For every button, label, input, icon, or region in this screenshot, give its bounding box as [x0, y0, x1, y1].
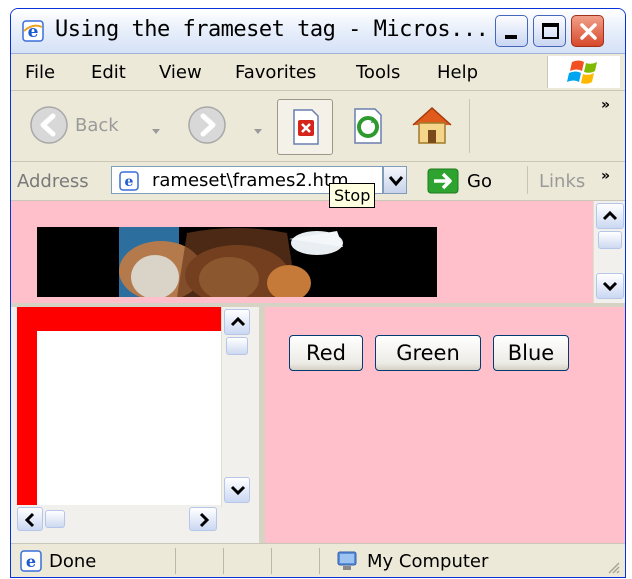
security-zone-label: My Computer — [367, 551, 489, 572]
menu-tools[interactable]: Tools — [356, 62, 400, 83]
back-arrow-icon[interactable] — [29, 105, 69, 149]
scroll-up-button[interactable] — [596, 203, 624, 229]
left-scroll-thumb[interactable] — [226, 337, 248, 355]
toolbar-chevron-icon[interactable]: » — [601, 97, 610, 113]
menu-bar: File Edit View Favorites Tools Help — [11, 54, 625, 91]
menu-favorites[interactable]: Favorites — [235, 62, 316, 83]
toolbar-separator — [469, 99, 470, 153]
status-separator — [223, 548, 224, 574]
hscroll-thumb[interactable] — [45, 510, 65, 528]
left-frame-vscrollbar[interactable] — [221, 307, 252, 507]
scroll-down-button[interactable] — [596, 273, 624, 299]
address-dropdown-button[interactable] — [383, 166, 407, 194]
status-separator — [319, 548, 320, 574]
go-button-label[interactable]: Go — [467, 171, 492, 192]
status-text: Done — [49, 551, 97, 572]
left-frame — [11, 307, 259, 543]
svg-text:e: e — [125, 174, 134, 190]
back-button-label[interactable]: Back — [75, 115, 119, 136]
blue-button[interactable]: Blue — [493, 335, 569, 371]
go-arrow-icon[interactable] — [427, 168, 459, 198]
computer-icon — [335, 549, 359, 577]
scroll-thumb[interactable] — [598, 231, 622, 249]
refresh-icon[interactable] — [347, 105, 387, 151]
status-bar: e Done My Computer — [11, 543, 625, 577]
green-button[interactable]: Green — [375, 335, 481, 371]
stop-button[interactable] — [277, 99, 333, 155]
right-frame: Red Green Blue — [265, 307, 625, 543]
address-label: Address — [17, 171, 89, 192]
links-label[interactable]: Links — [539, 171, 585, 192]
scroll-right-button[interactable] — [189, 507, 217, 531]
address-value: rameset\frames2.htm — [152, 170, 349, 191]
windows-logo — [547, 56, 620, 88]
menu-edit[interactable]: Edit — [91, 62, 126, 83]
left-frame-white-area — [37, 331, 221, 505]
top-frame — [11, 201, 625, 307]
title-bar[interactable]: e Using the frameset tag - Micros... — [11, 9, 625, 54]
home-icon[interactable] — [409, 103, 455, 151]
menu-file[interactable]: File — [25, 62, 55, 83]
left-frame-hscrollbar[interactable] — [17, 507, 221, 533]
menu-help[interactable]: Help — [437, 62, 478, 83]
red-button[interactable]: Red — [289, 335, 363, 371]
chevron-down-icon — [230, 485, 246, 496]
chevron-right-icon — [199, 512, 210, 528]
minimize-button[interactable] — [495, 15, 528, 47]
banner-image — [37, 227, 437, 297]
forward-dropdown-icon[interactable] — [253, 121, 263, 140]
chevron-down-icon — [602, 281, 618, 292]
standard-toolbar: Back » — [11, 91, 625, 162]
status-separator — [175, 548, 176, 574]
page-done-icon: e — [19, 549, 43, 577]
chevron-down-icon — [388, 176, 404, 187]
top-frame-scrollbar[interactable] — [593, 201, 625, 303]
address-separator — [527, 166, 528, 194]
back-dropdown-icon[interactable] — [151, 121, 161, 140]
browser-window: e Using the frameset tag - Micros... Fil… — [10, 8, 626, 578]
left-scroll-up-button[interactable] — [224, 309, 250, 335]
forward-arrow-icon[interactable] — [187, 105, 227, 149]
links-chevron-icon[interactable]: » — [601, 168, 610, 184]
ie-icon: e — [21, 19, 45, 43]
maximize-button[interactable] — [533, 15, 566, 47]
stop-icon — [293, 109, 319, 145]
page-icon: e — [118, 170, 140, 196]
close-button[interactable] — [571, 15, 604, 47]
stop-tooltip: Stop — [329, 183, 376, 208]
menu-view[interactable]: View — [159, 62, 202, 83]
window-title: Using the frameset tag - Micros... — [55, 17, 489, 42]
resize-grip-icon[interactable] — [607, 560, 621, 577]
status-separator — [271, 548, 272, 574]
svg-text:e: e — [26, 552, 36, 571]
scroll-left-button[interactable] — [17, 507, 43, 531]
chevron-up-icon — [602, 210, 618, 221]
chevron-left-icon — [24, 512, 35, 528]
left-scroll-down-button[interactable] — [224, 477, 250, 503]
chevron-up-icon — [230, 316, 246, 327]
address-bar: Address e rameset\frames2.htm Go Links » — [11, 162, 625, 201]
